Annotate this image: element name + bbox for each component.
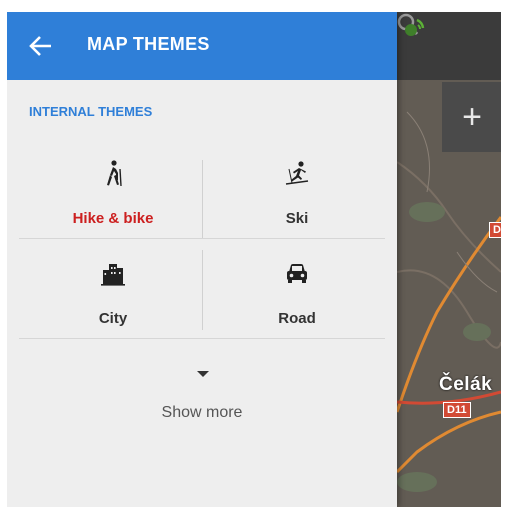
arrow-left-icon[interactable] — [27, 32, 55, 60]
car-icon — [287, 264, 307, 283]
show-more-button[interactable]: Show more — [7, 404, 397, 422]
divider — [19, 338, 385, 339]
map-town-label: Čelák — [439, 374, 493, 395]
theme-tile-city[interactable]: City — [23, 260, 203, 346]
theme-tile-hike-bike[interactable]: Hike & bike — [23, 160, 203, 246]
hiker-icon — [107, 160, 122, 187]
app-bar: MAP THEMES — [7, 12, 397, 80]
gps-icon[interactable] — [397, 12, 429, 44]
page-title: MAP THEMES — [87, 34, 210, 54]
triangle-down-icon[interactable] — [196, 370, 210, 378]
divider — [202, 160, 203, 238]
theme-label: Ski — [285, 210, 309, 227]
theme-tile-road[interactable]: Road — [207, 260, 387, 346]
section-title: INTERNAL THEMES — [29, 104, 153, 119]
divider — [202, 250, 203, 330]
zoom-in-button[interactable]: + — [442, 82, 501, 152]
road-badge: D — [489, 222, 501, 238]
map-themes-drawer: MAP THEMES INTERNAL THEMES Hike & bike S… — [7, 12, 397, 507]
theme-label: City — [98, 310, 128, 327]
buildings-icon — [101, 264, 125, 286]
map-view[interactable]: + D Čelák D11 — [397, 12, 501, 507]
theme-tile-ski[interactable]: Ski — [207, 160, 387, 246]
skier-icon — [285, 161, 309, 185]
road-badge: D11 — [443, 402, 471, 418]
divider — [19, 238, 385, 239]
app-window: + D Čelák D11 MAP THEMES INTERNAL THEMES… — [7, 12, 501, 507]
plus-icon: + — [462, 98, 482, 136]
theme-label: Road — [278, 310, 316, 327]
theme-label: Hike & bike — [72, 210, 154, 227]
